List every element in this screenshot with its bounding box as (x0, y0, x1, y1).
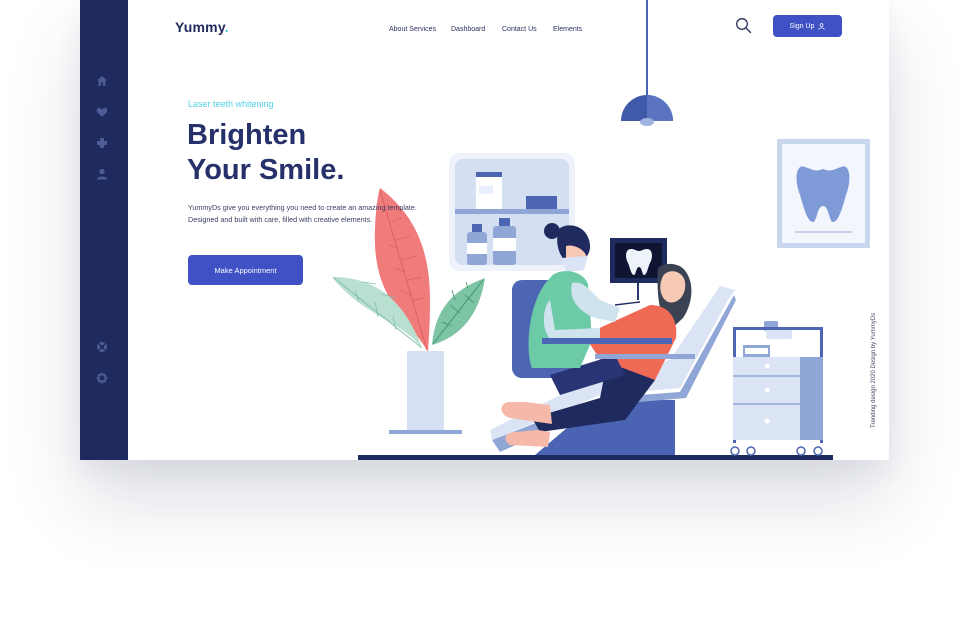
make-appointment-button[interactable]: Make Appointment (188, 255, 303, 285)
ceiling-lamp (621, 0, 673, 126)
design-credit: Trending design 2020 Design by YummyDs (871, 312, 877, 428)
hero-title-line1: Brighten (187, 119, 307, 151)
hero-description: YummyDs give you everything you need to … (188, 203, 417, 224)
floor-line (358, 455, 833, 460)
hero-tagline: Laser teeth whitening (188, 99, 274, 109)
landing-page-window: Yummy. About Services Dashboard Contact … (80, 0, 889, 460)
instrument-trolley (730, 321, 823, 456)
dental-illustration (332, 0, 870, 460)
page: Yummy. About Services Dashboard Contact … (0, 0, 969, 640)
tooth-poster (777, 139, 870, 248)
hero-title: Brighten Your Smile. (187, 118, 417, 188)
hero-title-line2: Your Smile. (187, 154, 345, 186)
wall-cabinet (449, 153, 575, 271)
